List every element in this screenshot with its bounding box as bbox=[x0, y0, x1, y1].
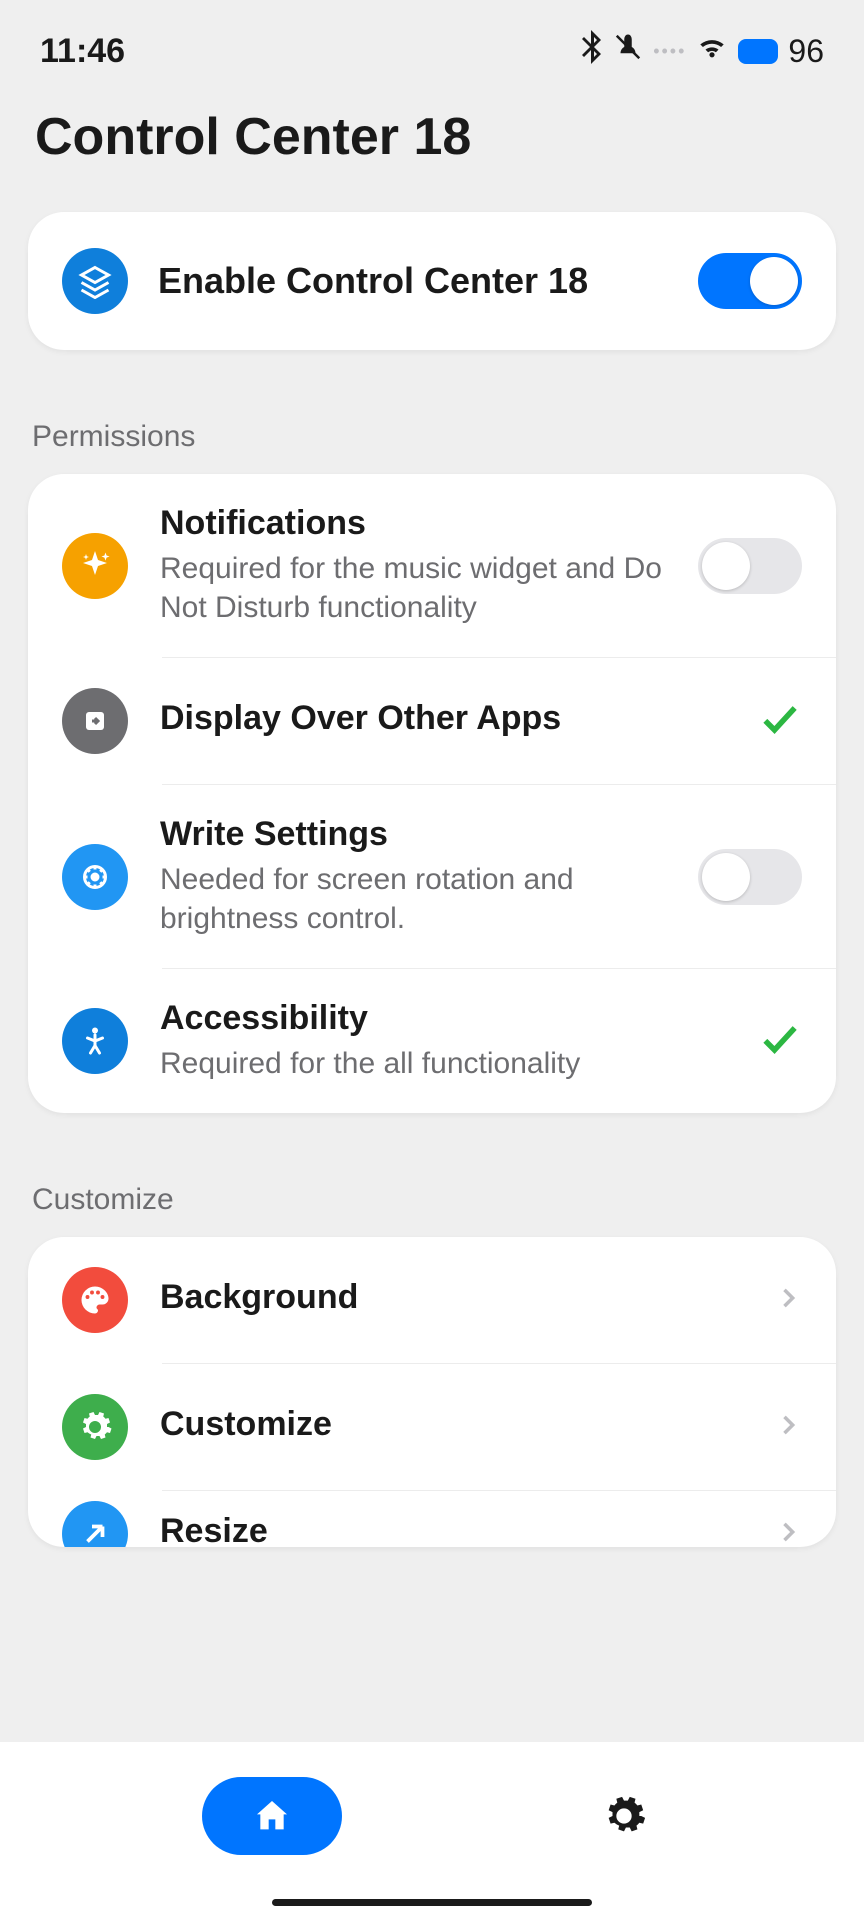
permission-notifications[interactable]: Notifications Required for the music wid… bbox=[28, 474, 836, 657]
person-icon bbox=[62, 1008, 128, 1074]
arrow-icon bbox=[62, 1501, 128, 1547]
home-icon bbox=[252, 1796, 292, 1836]
permissions-title: Permissions bbox=[32, 420, 195, 454]
permissions-header: Permissions bbox=[0, 350, 864, 474]
check-icon bbox=[758, 1017, 802, 1066]
enable-card: Enable Control Center 18 bbox=[28, 212, 836, 350]
customize-resize[interactable]: Resize bbox=[28, 1491, 836, 1547]
notifications-toggle[interactable] bbox=[698, 538, 802, 594]
bluetooth-icon bbox=[579, 30, 603, 72]
chevron-right-icon bbox=[774, 1411, 802, 1444]
page-title: Control Center 18 bbox=[0, 92, 864, 212]
home-indicator bbox=[272, 1899, 592, 1906]
row-title: Resize bbox=[160, 1512, 742, 1548]
row-title: Accessibility bbox=[160, 999, 726, 1038]
wifi-icon bbox=[696, 34, 728, 68]
palette-icon bbox=[62, 1267, 128, 1333]
enable-label: Enable Control Center 18 bbox=[158, 260, 668, 302]
write-settings-toggle[interactable] bbox=[698, 849, 802, 905]
gear-icon bbox=[62, 844, 128, 910]
status-bar: 11:46 •••• 96 bbox=[0, 0, 864, 92]
row-title: Customize bbox=[160, 1405, 742, 1444]
enable-row[interactable]: Enable Control Center 18 bbox=[28, 212, 836, 350]
row-subtitle: Required for the all functionality bbox=[160, 1044, 726, 1083]
row-subtitle: Needed for screen rotation and brightnes… bbox=[160, 860, 666, 938]
overlay-icon bbox=[62, 688, 128, 754]
bottom-nav bbox=[0, 1742, 864, 1920]
cog-icon bbox=[62, 1394, 128, 1460]
gear-icon bbox=[601, 1793, 647, 1839]
customize-header: Customize bbox=[0, 1113, 864, 1237]
permission-display-over[interactable]: Display Over Other Apps bbox=[28, 658, 836, 784]
permission-accessibility[interactable]: Accessibility Required for the all funct… bbox=[28, 969, 836, 1113]
layers-icon bbox=[62, 248, 128, 314]
signal-icon: •••• bbox=[653, 41, 686, 62]
check-icon bbox=[758, 697, 802, 746]
chevron-right-icon bbox=[774, 1284, 802, 1317]
settings-tab[interactable] bbox=[585, 1777, 663, 1855]
row-title: Notifications bbox=[160, 504, 666, 543]
status-icons: •••• 96 bbox=[579, 30, 824, 72]
customize-customize[interactable]: Customize bbox=[28, 1364, 836, 1490]
home-tab[interactable] bbox=[202, 1777, 342, 1855]
permission-write-settings[interactable]: Write Settings Needed for screen rotatio… bbox=[28, 785, 836, 968]
row-title: Write Settings bbox=[160, 815, 666, 854]
customize-title: Customize bbox=[32, 1183, 174, 1217]
status-time: 11:46 bbox=[40, 32, 125, 71]
row-title: Background bbox=[160, 1278, 742, 1317]
battery-icon bbox=[738, 39, 778, 64]
chevron-right-icon bbox=[774, 1518, 802, 1548]
permissions-card: Notifications Required for the music wid… bbox=[28, 474, 836, 1113]
sparkle-icon bbox=[62, 533, 128, 599]
customize-card: Background Customize Resize bbox=[28, 1237, 836, 1547]
row-title: Display Over Other Apps bbox=[160, 699, 726, 738]
row-subtitle: Required for the music widget and Do Not… bbox=[160, 549, 666, 627]
battery-percent: 96 bbox=[788, 33, 824, 70]
customize-background[interactable]: Background bbox=[28, 1237, 836, 1363]
enable-toggle[interactable] bbox=[698, 253, 802, 309]
mute-icon bbox=[613, 31, 643, 71]
